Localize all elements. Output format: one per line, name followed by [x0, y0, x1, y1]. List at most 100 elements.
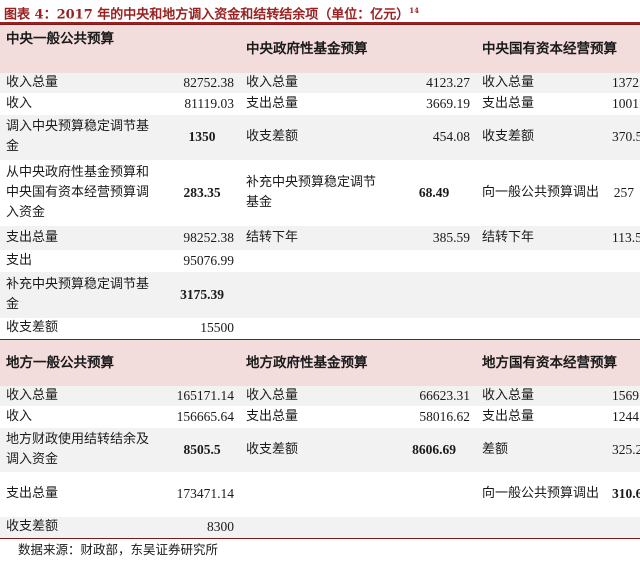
row-label: 从中央政府性基金预算和中央国有资本经营预算调入资金 [6, 164, 150, 220]
table-row: 收入总量 82752.38 收入总量 4123.27 收入总量 1372.3 [0, 72, 640, 93]
row-value [392, 317, 476, 340]
row-value: 68.49 [418, 184, 450, 200]
row-label: 收支差额 [476, 114, 606, 160]
row-label: 收入总量 [476, 72, 606, 93]
row-label [240, 317, 392, 340]
row-value: 82752.38 [164, 72, 240, 93]
row-label: 支出总量 [0, 225, 164, 250]
local-state-capital-budget-header: 地方国有资本经营预算 [476, 339, 640, 386]
budget-table: 中央一般公共预算 中央政府性基金预算 中央国有资本经营预算 收入总量 82752… [0, 24, 640, 539]
row-value: 4123.27 [392, 72, 476, 93]
row-value [392, 271, 476, 318]
table-row: 收入 81119.03 支出总量 3669.19 支出总量 1001.71 [0, 93, 640, 115]
row-value: 385.59 [392, 225, 476, 250]
local-general-budget-header: 地方一般公共预算 [0, 339, 240, 386]
row-value: 8300 [164, 516, 240, 539]
row-value: 370.59 [606, 114, 640, 160]
row-label: 支出总量 [246, 408, 299, 424]
row-label: 收支差额 [0, 317, 164, 340]
row-value: 58016.62 [419, 408, 470, 424]
row-label [476, 271, 606, 318]
row-label: 地方财政使用结转结余及调入资金 [0, 427, 164, 472]
row-value: 113.59 [606, 225, 640, 250]
row-value [392, 250, 476, 272]
row-value: 325.2 [606, 427, 640, 472]
row-value: 15500 [164, 317, 240, 340]
table-row: 收支差额 8300 [0, 516, 640, 539]
row-value: 310.61 [612, 486, 640, 501]
row-value: 66623.31 [392, 385, 476, 406]
figure-title: 图表 4：2017 年的中央和地方调入资金和结转结余项（单位：亿元）14 [0, 0, 640, 24]
table-row: 从中央政府性基金预算和中央国有资本经营预算调入资金 283.35 补充中央预算稳… [0, 160, 640, 226]
row-label: 支出总量 [482, 408, 535, 424]
row-value: 98252.38 [164, 225, 240, 250]
row-value [606, 250, 640, 272]
row-label: 支出总量 [246, 95, 299, 111]
row-label: 收入 [6, 95, 33, 111]
row-label: 收入总量 [240, 72, 392, 93]
table-row: 地方财政使用结转结余及调入资金 8505.5 收支差额 8606.69 差额 3… [0, 427, 640, 472]
row-value: 95076.99 [183, 252, 234, 268]
data-source-note: 数据来源：财政部，东吴证券研究所 [18, 542, 219, 557]
central-state-capital-budget-header: 中央国有资本经营预算 [476, 24, 640, 73]
table-row: 补充中央预算稳定调节基金 3175.39 [0, 271, 640, 318]
central-fund-budget-header: 中央政府性基金预算 [240, 24, 476, 73]
row-value: 283.35 [183, 184, 221, 200]
row-value: 8505.5 [164, 427, 240, 472]
row-label: 收支差额 [0, 516, 164, 539]
row-label: 向一般公共预算调出 [482, 184, 600, 200]
row-label: 补充中央预算稳定调节基金 [0, 271, 164, 318]
row-label: 结转下年 [240, 225, 392, 250]
row-value: 3175.39 [164, 271, 240, 318]
row-value: 3669.19 [426, 95, 470, 111]
row-value: 156665.64 [176, 408, 234, 424]
row-value: 257 [613, 184, 634, 200]
row-value [606, 317, 640, 340]
row-label: 收支差额 [240, 114, 392, 160]
central-header-row: 中央一般公共预算 中央政府性基金预算 中央国有资本经营预算 [0, 24, 640, 73]
row-label: 补充中央预算稳定调节基金 [246, 174, 377, 210]
row-label [476, 317, 606, 340]
row-label [240, 472, 392, 517]
row-label [240, 271, 392, 318]
table-row: 支出总量 173471.14 向一般公共预算调出 310.61 [0, 472, 640, 517]
row-value: 454.08 [392, 114, 476, 160]
row-label: 调入中央预算稳定调节基金 [0, 114, 164, 160]
row-label: 支出总量 [482, 95, 535, 111]
row-label: 收入总量 [476, 385, 606, 406]
footnote-marker: 14 [409, 6, 420, 15]
row-value: 1244.59 [612, 408, 640, 424]
row-label: 结转下年 [476, 225, 606, 250]
row-label: 差额 [476, 427, 606, 472]
table-row: 支出 95076.99 [0, 250, 640, 272]
row-value: 1372.3 [606, 72, 640, 93]
row-value: 1569.79 [606, 385, 640, 406]
row-label [240, 250, 392, 272]
row-label: 支出总量 [6, 486, 59, 501]
row-value: 8606.69 [392, 427, 476, 472]
central-general-budget-header: 中央一般公共预算 [0, 24, 240, 73]
row-value: 173471.14 [176, 486, 234, 501]
row-label [476, 516, 606, 539]
local-fund-budget-header: 地方政府性基金预算 [240, 339, 476, 386]
row-label [476, 250, 606, 272]
table-row: 调入中央预算稳定调节基金 1350 收支差额 454.08 收支差额 370.5… [0, 114, 640, 160]
row-value [606, 516, 640, 539]
row-value [606, 271, 640, 318]
row-value: 1001.71 [612, 95, 640, 111]
row-label: 收入 [6, 408, 33, 424]
row-value [392, 472, 476, 517]
row-value: 165171.14 [164, 385, 240, 406]
row-label: 收入总量 [0, 385, 164, 406]
local-header-row: 地方一般公共预算 地方政府性基金预算 地方国有资本经营预算 [0, 339, 640, 386]
figure-title-text: 图表 4：2017 年的中央和地方调入资金和结转结余项（单位：亿元） [4, 7, 410, 23]
row-label [240, 516, 392, 539]
row-label: 收入总量 [240, 385, 392, 406]
row-label: 支出 [6, 252, 33, 268]
table-row: 收入 156665.64 支出总量 58016.62 支出总量 1244.59 [0, 406, 640, 428]
row-label: 收支差额 [240, 427, 392, 472]
table-row: 支出总量 98252.38 结转下年 385.59 结转下年 113.59 [0, 225, 640, 250]
row-label: 收入总量 [0, 72, 164, 93]
row-value [392, 516, 476, 539]
row-label: 向一般公共预算调出 [482, 486, 600, 501]
